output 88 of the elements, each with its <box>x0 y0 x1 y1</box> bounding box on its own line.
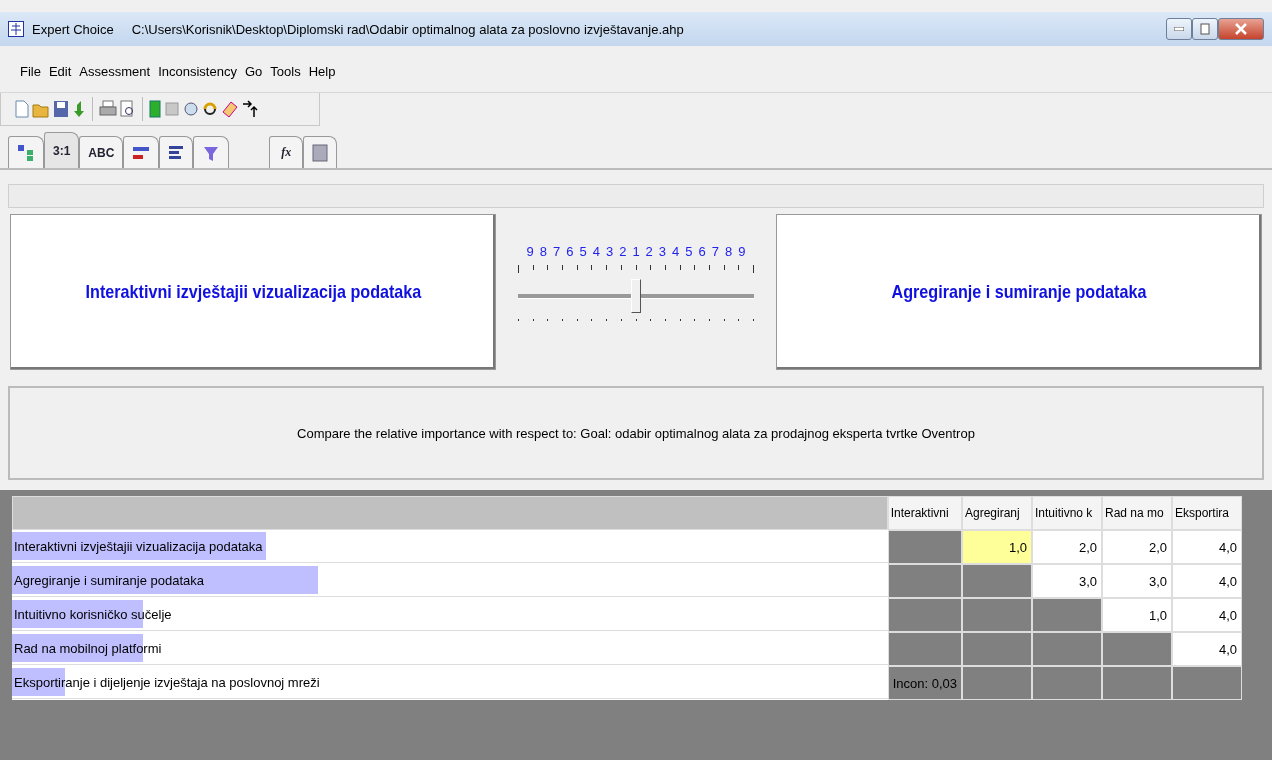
shaded-cell <box>962 564 1032 598</box>
menu-item[interactable]: Tools <box>270 63 301 79</box>
judgment-cell[interactable]: 4,0 <box>1172 530 1242 564</box>
column-header: Interaktivni <box>887 496 962 530</box>
view-tab[interactable] <box>8 136 44 168</box>
bars-icon <box>168 144 185 161</box>
file-path: C:\Users\Korisnik\Desktop\Diplomski rad\Odabir optimalnog alata za poslovno izvještavanje.ahp <box>131 21 684 37</box>
app-icon <box>8 21 24 37</box>
view-tab[interactable]: fx <box>269 136 304 168</box>
scale-number: 7 <box>711 244 719 259</box>
view-tab[interactable] <box>193 136 230 168</box>
menu-item[interactable]: Inconsistency <box>158 63 237 79</box>
left-node-label: Interaktivni izvještajii vizualizacija podataka <box>85 281 421 303</box>
bars-icon <box>132 144 151 161</box>
scale-number: 6 <box>698 244 706 259</box>
shaded-cell <box>1032 666 1102 700</box>
arrows-icon[interactable] <box>242 100 258 118</box>
arrow-icon[interactable] <box>72 100 86 118</box>
column-header: Intuitivno k <box>1032 496 1102 530</box>
shaded-cell <box>962 666 1032 700</box>
spreadsheet-icon <box>312 143 329 162</box>
judgment-cell[interactable]: 4,0 <box>1172 564 1242 598</box>
row-label: Intuitivno korisničko sučelje <box>13 606 172 622</box>
scale-number: 5 <box>685 244 693 259</box>
scale-number: 2 <box>619 244 627 259</box>
new-document-icon[interactable] <box>15 100 29 118</box>
window-title: Expert Choice <box>32 21 114 37</box>
row-label: Eksportiranje i dijeljenje izvještaja na poslovnoj mreži <box>13 674 320 690</box>
right-node-label: Agregiranje i sumiranje podataka <box>891 281 1147 303</box>
menu-item[interactable]: Help <box>308 63 336 79</box>
scale-number: 9 <box>526 244 534 259</box>
column-header: Agregiranj <box>962 496 1032 530</box>
judgment-cell[interactable]: 3,0 <box>1032 564 1102 598</box>
scale-number: 4 <box>592 244 600 259</box>
save-icon[interactable] <box>53 100 69 118</box>
scale-number: 9 <box>738 244 746 259</box>
row-label: Agregiranje i sumiranje podataka <box>13 572 205 588</box>
restore-button[interactable] <box>1192 18 1218 40</box>
printer-icon[interactable] <box>99 100 117 118</box>
scale-number: 5 <box>579 244 587 259</box>
scale-number: 1 <box>632 244 640 259</box>
view-tab[interactable]: 3:1 <box>44 132 80 168</box>
scale-number: 8 <box>725 244 733 259</box>
menu-item[interactable]: Go <box>244 63 263 79</box>
close-button[interactable] <box>1218 18 1264 40</box>
column-header: Eksportira <box>1172 496 1242 530</box>
menu-item[interactable]: Edit <box>48 63 72 79</box>
prompt-text: Compare the relative importance with respect to: Goal: odabir optimalnog alata za prodajnog eksperta tvrtke Oventrop <box>297 425 975 441</box>
judgment-cell[interactable]: 1,0 <box>1102 598 1172 632</box>
scale-number: 3 <box>605 244 614 259</box>
shaded-cell <box>962 598 1032 632</box>
minimize-button[interactable] <box>1166 18 1192 40</box>
scale-number: 4 <box>672 244 680 259</box>
shaded-cell <box>1172 666 1242 700</box>
shaded-cell <box>1032 632 1102 666</box>
close-icon <box>1235 23 1247 35</box>
judgment-cell[interactable]: 2,0 <box>1032 530 1102 564</box>
eraser-icon[interactable] <box>221 100 239 118</box>
view-tab[interactable] <box>159 136 194 168</box>
minimize-icon <box>1174 27 1184 31</box>
row-label: Rad na mobilnoj platformi <box>13 640 162 656</box>
menu-item[interactable]: Assessment <box>79 63 151 79</box>
judgment-cell[interactable]: 1,0 <box>962 530 1032 564</box>
column-header: Rad na mo <box>1102 496 1172 530</box>
shaded-cell <box>962 632 1032 666</box>
scale-number: 6 <box>566 244 574 259</box>
judgment-cell[interactable]: 2,0 <box>1102 530 1172 564</box>
network-icon[interactable] <box>183 100 199 118</box>
slider-thumb[interactable] <box>631 279 641 313</box>
refresh-icon[interactable] <box>202 100 218 118</box>
scale-number: 8 <box>539 244 547 259</box>
scale-number: 7 <box>552 244 561 259</box>
judgment-cell[interactable]: 4,0 <box>1172 632 1242 666</box>
scale-number: 2 <box>645 244 653 259</box>
shaded-cell <box>1032 598 1102 632</box>
shaded-cell <box>1102 666 1172 700</box>
row-label: Interaktivni izvještajii vizualizacija podataka <box>13 538 263 554</box>
menu-item[interactable]: File <box>20 63 41 79</box>
judgment-cell[interactable]: 3,0 <box>1102 564 1172 598</box>
view-tab[interactable]: ABC <box>79 136 124 168</box>
restore-icon <box>1200 23 1210 35</box>
print-preview-icon[interactable] <box>120 100 136 118</box>
inconsistency-cell: Incon: 0,03 <box>887 666 962 700</box>
hierarchy-icon <box>17 143 35 162</box>
judgment-cell[interactable]: 4,0 <box>1172 598 1242 632</box>
scale-number: 3 <box>658 244 667 259</box>
shaded-cell <box>1102 632 1172 666</box>
view-tab[interactable] <box>123 136 160 168</box>
